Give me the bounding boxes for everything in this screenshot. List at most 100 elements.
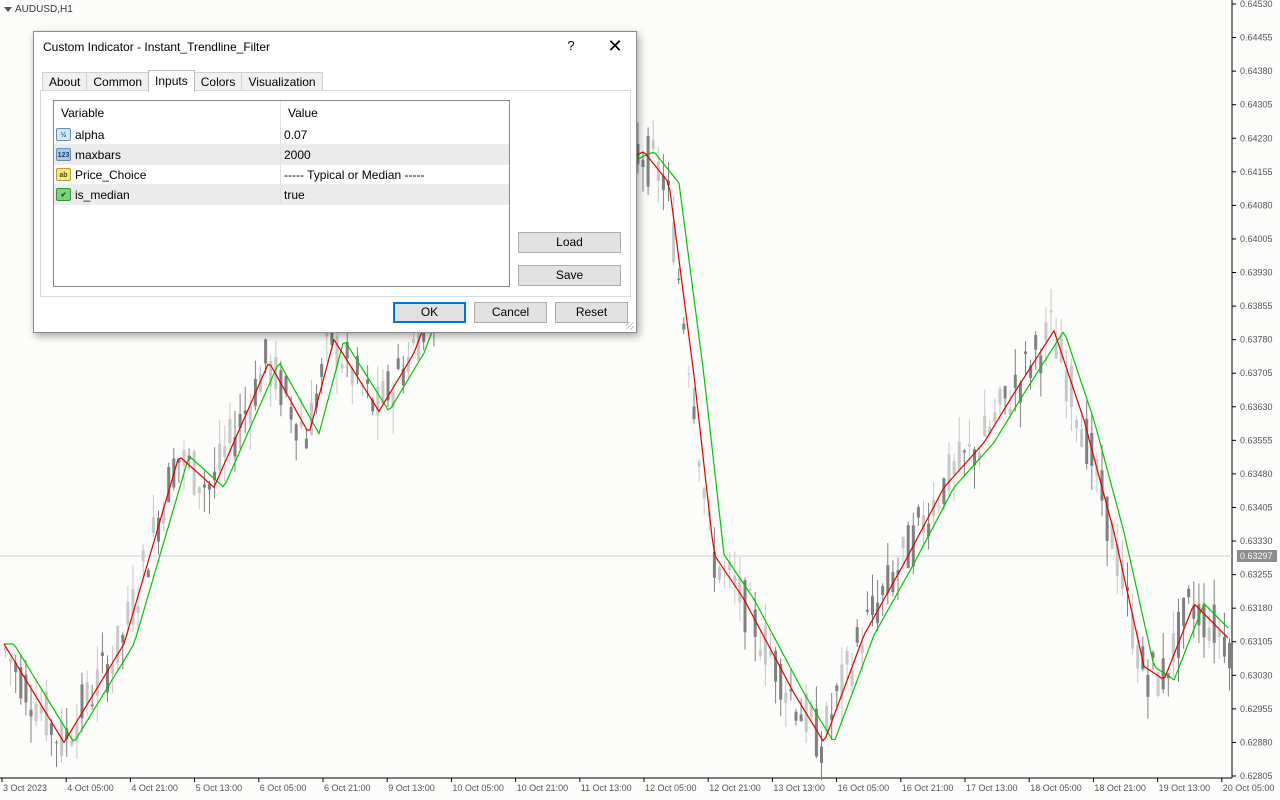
table-row[interactable]: 123 maxbars 2000 — [54, 145, 509, 165]
candle-body — [845, 650, 849, 665]
candle-body — [860, 644, 864, 653]
price-label: 0.63330 — [1240, 536, 1273, 546]
candle-body — [957, 441, 961, 469]
fraction-icon: ½ — [56, 128, 71, 141]
tab-colors[interactable]: Colors — [193, 72, 243, 91]
candle-body — [366, 379, 370, 385]
candle-body — [141, 549, 145, 562]
cancel-button[interactable]: Cancel — [474, 302, 547, 323]
candle-body — [9, 658, 13, 662]
ok-button[interactable]: OK — [393, 302, 466, 323]
price-label: 0.63705 — [1240, 368, 1273, 378]
price-label: 0.63030 — [1240, 670, 1273, 680]
symbol-text: AUDUSD,H1 — [15, 4, 73, 15]
tab-common[interactable]: Common — [86, 72, 150, 91]
price-label: 0.62880 — [1240, 737, 1273, 747]
grid-header: Variable Value — [54, 101, 509, 125]
candle-body — [289, 406, 293, 420]
integer-icon: 123 — [56, 148, 71, 161]
candle-body — [855, 627, 859, 643]
candle-body — [90, 704, 94, 707]
candle-body — [723, 565, 727, 567]
candle-body — [916, 507, 920, 518]
string-icon: ab — [56, 168, 71, 181]
candle-body — [1034, 334, 1038, 350]
time-label: 4 Oct 05:00 — [67, 783, 114, 793]
time-label: 6 Oct 21:00 — [324, 783, 371, 793]
table-row[interactable]: ✔ is_median true — [54, 185, 509, 205]
candle-body — [763, 625, 767, 665]
candle-body — [952, 461, 956, 475]
resize-grip-icon[interactable] — [626, 322, 634, 330]
candle-body — [29, 709, 33, 717]
candle-body — [146, 570, 150, 578]
header-variable[interactable]: Variable — [54, 101, 281, 125]
candle-body — [1013, 374, 1017, 388]
time-label: 18 Oct 21:00 — [1094, 783, 1146, 793]
candle-body — [264, 339, 268, 364]
candle-body — [881, 586, 885, 596]
candle-body — [748, 589, 752, 591]
price-label: 0.63255 — [1240, 570, 1273, 580]
tab-inputs[interactable]: Inputs — [148, 70, 195, 92]
header-value[interactable]: Value — [281, 101, 509, 125]
variable-name: Price_Choice — [75, 167, 147, 182]
time-label: 12 Oct 21:00 — [709, 783, 761, 793]
candle-body — [967, 444, 971, 447]
save-button[interactable]: Save — [518, 265, 621, 286]
time-label: 12 Oct 05:00 — [645, 783, 697, 793]
candle-body — [100, 652, 104, 656]
dropdown-triangle-icon[interactable] — [4, 7, 12, 12]
help-button[interactable]: ? — [564, 38, 578, 53]
time-label: 13 Oct 13:00 — [773, 783, 825, 793]
candle-body — [116, 625, 120, 663]
reset-button[interactable]: Reset — [555, 302, 628, 323]
candle-body — [1044, 322, 1048, 341]
candle-body — [294, 424, 298, 441]
time-label: 5 Oct 13:00 — [196, 783, 243, 793]
candle-body — [126, 602, 130, 625]
candle-body — [197, 486, 201, 494]
variable-value[interactable]: 0.07 — [281, 125, 509, 144]
price-label: 0.63930 — [1240, 268, 1273, 278]
candle-body — [1177, 611, 1180, 658]
tab-visualization[interactable]: Visualization — [241, 72, 323, 91]
candle-body — [1136, 644, 1140, 669]
time-label: 20 Oct 05:00 — [1223, 783, 1275, 793]
candle-body — [906, 525, 910, 568]
price-label: 0.63780 — [1240, 335, 1273, 345]
variable-name: is_median — [75, 187, 130, 202]
inputs-panel: Variable Value ½ alpha 0.07 123 maxbars 20… — [40, 90, 631, 297]
candle-body — [1222, 636, 1226, 657]
current-price-tag: 0.63297 — [1237, 550, 1277, 562]
table-row[interactable]: ab Price_Choice ----- Typical or Median -… — [54, 165, 509, 185]
candle-body — [1228, 642, 1231, 669]
candle-body — [340, 364, 344, 369]
time-label: 16 Oct 05:00 — [838, 783, 890, 793]
price-label: 0.63855 — [1240, 301, 1273, 311]
close-icon[interactable]: ✕ — [605, 36, 625, 56]
candle-body — [304, 438, 308, 449]
time-label: 6 Oct 05:00 — [260, 783, 307, 793]
tab-about[interactable]: About — [42, 72, 88, 91]
candle-body — [784, 692, 788, 703]
time-label: 19 Oct 13:00 — [1159, 783, 1211, 793]
price-label: 0.63555 — [1240, 435, 1273, 445]
candle-body — [1187, 588, 1191, 598]
variable-value[interactable]: true — [281, 185, 509, 204]
candle-body — [697, 461, 701, 467]
candle-body — [223, 446, 227, 458]
tab-bar: About Common Inputs Colors Visualization — [42, 70, 323, 92]
load-button[interactable]: Load — [518, 232, 621, 253]
table-row[interactable]: ½ alpha 0.07 — [54, 125, 509, 145]
candle-body — [886, 565, 890, 594]
candle-body — [641, 159, 645, 168]
variable-value[interactable]: ----- Typical or Median ----- — [281, 165, 509, 184]
price-label: 0.62955 — [1240, 704, 1273, 714]
candle-body — [1182, 597, 1186, 626]
variable-value[interactable]: 2000 — [281, 145, 509, 164]
time-label: 11 Oct 13:00 — [581, 783, 632, 793]
candle-body — [55, 742, 58, 744]
candle-body — [325, 333, 329, 337]
time-label: 17 Oct 13:00 — [966, 783, 1018, 793]
